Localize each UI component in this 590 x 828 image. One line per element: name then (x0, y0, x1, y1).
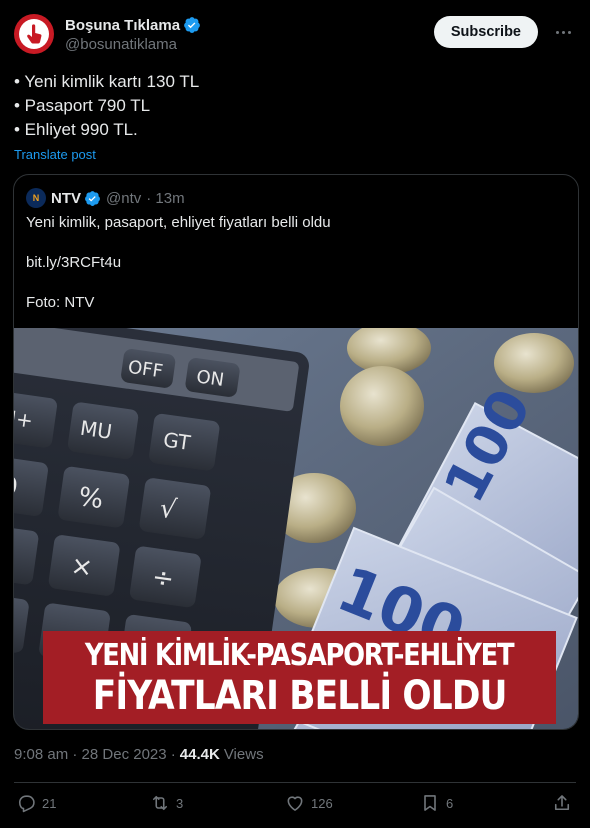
headline-banner: YENİ KİMLİK-PASAPORT-EHLİYET FİYATLARI B… (43, 631, 556, 724)
ntv-logo: N (26, 188, 46, 208)
quoted-image[interactable]: 100 100 100 OFF ON M+ MU (14, 328, 578, 729)
quoted-author-name[interactable]: NTV (51, 190, 81, 207)
post-meta: 9:08 am · 28 Dec 2023 · 44.4K Views (14, 746, 264, 763)
repost-icon (152, 795, 168, 811)
svg-text:GT: GT (162, 427, 193, 455)
headline-line-1: YENİ KİMLİK-PASAPORT-EHLİYET (85, 637, 515, 673)
share-button[interactable] (552, 793, 572, 813)
post-text: • Yeni kimlik kartı 130 TL • Pasaport 79… (14, 70, 199, 142)
more-options-icon[interactable] (552, 22, 574, 42)
post-line: • Ehliyet 990 TL. (14, 120, 138, 139)
post-header: Boşuna Tıklama @bosunatiklama Subscribe (14, 14, 576, 58)
post-date[interactable]: 28 Dec 2023 (82, 746, 167, 763)
views-count: 44.4K (179, 746, 220, 763)
quoted-author-handle[interactable]: @ntv (106, 190, 141, 207)
svg-text:MU: MU (79, 416, 114, 444)
author-display-name[interactable]: Boşuna Tıklama (65, 17, 180, 34)
heart-icon (287, 796, 303, 811)
quoted-text: Yeni kimlik, pasaport, ehliyet fiyatları… (26, 213, 331, 333)
quoted-link[interactable]: bit.ly/3RCFt4u (26, 253, 331, 273)
svg-text:ON: ON (195, 366, 225, 391)
share-icon (554, 795, 570, 811)
quoted-time[interactable]: · 13m (146, 190, 184, 207)
verified-badge-icon (85, 190, 100, 206)
like-count: 126 (311, 795, 333, 811)
avatar[interactable] (14, 14, 54, 54)
quoted-line: Yeni kimlik, pasaport, ehliyet fiyatları… (26, 214, 331, 231)
post-time[interactable]: 9:08 am (14, 746, 68, 763)
author-handle[interactable]: @bosunatiklama (65, 36, 201, 53)
verified-badge-icon (184, 17, 200, 33)
post-line: • Yeni kimlik kartı 130 TL (14, 72, 200, 91)
reply-button[interactable]: 21 (16, 793, 56, 813)
subscribe-button[interactable]: Subscribe (433, 16, 538, 48)
reply-icon (18, 795, 35, 813)
divider (14, 782, 576, 783)
quoted-post[interactable]: N NTV @ntv · 13m Yeni kimlik, pasaport, … (13, 174, 579, 730)
reply-count: 21 (42, 795, 57, 811)
bookmark-button[interactable]: 6 (420, 793, 453, 813)
views-label: Views (223, 746, 264, 763)
svg-text:%: % (77, 482, 106, 515)
coin (494, 333, 574, 393)
repost-button[interactable]: 3 (150, 793, 183, 813)
action-bar: 21 3 126 6 (16, 793, 576, 817)
quoted-header: N NTV @ntv · 13m (26, 188, 185, 208)
repost-count: 3 (176, 795, 184, 811)
coin (340, 366, 424, 446)
author-names: Boşuna Tıklama @bosunatiklama (65, 16, 201, 53)
hand-pointer-icon (19, 19, 49, 49)
quoted-line: Foto: NTV (26, 294, 95, 311)
post-line: • Pasaport 790 TL (14, 96, 151, 115)
headline-line-2: FİYATLARI BELLİ OLDU (92, 672, 508, 719)
svg-text:M+: M+ (14, 404, 34, 433)
svg-text:÷: ÷ (150, 562, 176, 595)
like-button[interactable]: 126 (285, 793, 333, 813)
svg-text:×: × (69, 551, 95, 584)
bookmark-icon (424, 795, 436, 811)
bookmark-count: 6 (446, 795, 454, 811)
translate-post-link[interactable]: Translate post (14, 147, 96, 162)
